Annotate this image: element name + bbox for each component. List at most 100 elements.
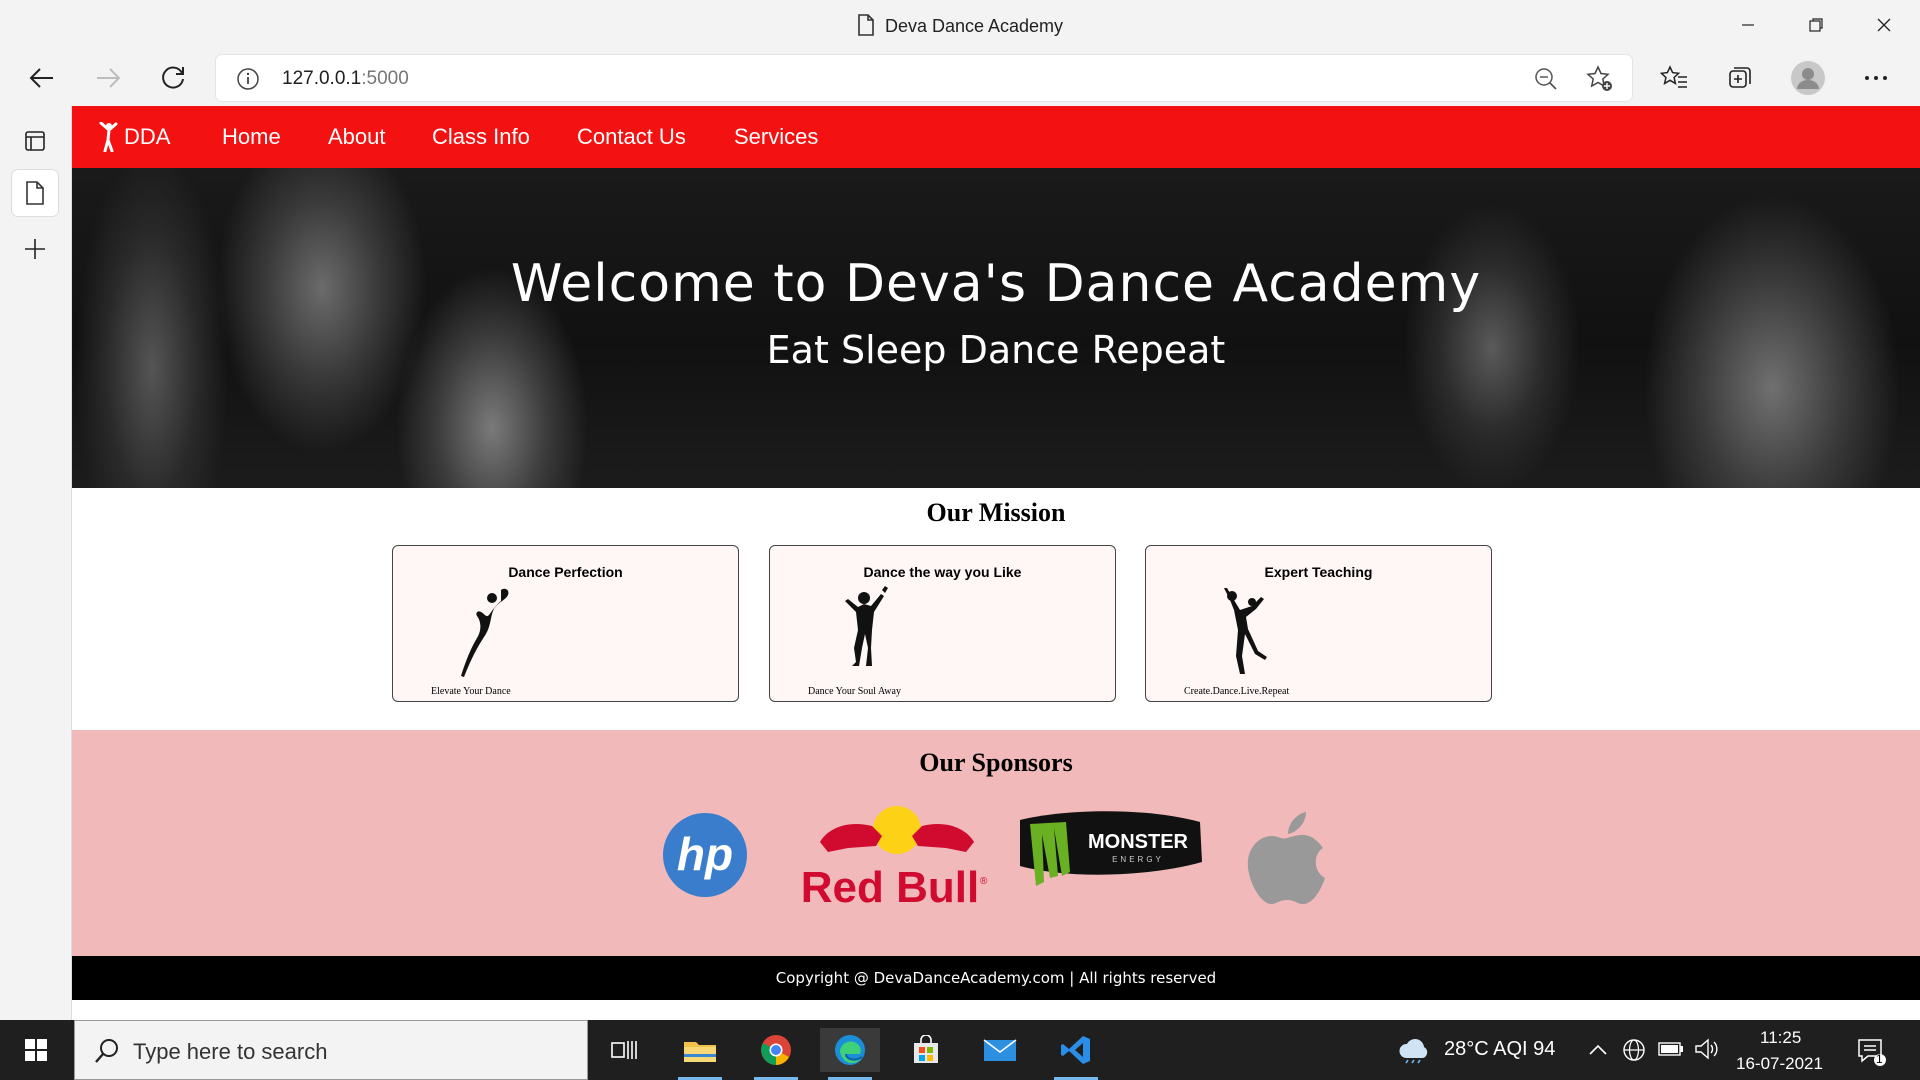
dancer-logo-icon — [99, 122, 118, 152]
forward-arrow-icon — [97, 68, 121, 88]
favorites-button[interactable] — [1654, 58, 1694, 98]
nav-about[interactable]: About — [328, 124, 386, 150]
new-tab-button[interactable] — [12, 226, 58, 272]
file-explorer-button[interactable] — [670, 1028, 730, 1080]
clock-date[interactable]: 16-07-2021 — [1736, 1054, 1823, 1074]
windows-logo-icon — [25, 1039, 47, 1061]
address-bar[interactable]: 127.0.0.1:5000 — [216, 55, 1632, 101]
site-footer: Copyright @ DevaDanceAcademy.com | All r… — [72, 956, 1920, 1000]
back-arrow-icon — [29, 68, 53, 88]
weather-cloud-icon — [1399, 1039, 1428, 1064]
dancer-leap-image — [461, 588, 509, 677]
nav-home[interactable]: Home — [222, 124, 281, 150]
mission-card-dance-perfection: Dance Perfection Elevate Your Dance — [392, 545, 739, 702]
add-favorite-icon — [1586, 65, 1612, 91]
refresh-icon — [162, 66, 184, 89]
page-icon — [858, 14, 874, 36]
window-titlebar: Deva Dance Academy — [0, 0, 1920, 50]
folder-icon — [684, 1042, 716, 1062]
hero-subtitle: Eat Sleep Dance Repeat — [766, 328, 1226, 372]
sponsors-section: Our Sponsors hp Red Bull ® MONSTER ENERG… — [72, 730, 1920, 956]
edge-icon — [835, 1035, 865, 1065]
card-title: Dance Perfection — [508, 564, 623, 580]
nav-services[interactable]: Services — [734, 124, 818, 150]
svg-text:®: ® — [980, 876, 988, 887]
page-icon — [26, 181, 44, 205]
vertical-tabs-sidebar — [0, 106, 72, 1020]
nav-class-info[interactable]: Class Info — [432, 124, 530, 150]
chevron-up-icon — [1589, 1044, 1607, 1055]
store-button[interactable] — [896, 1028, 956, 1072]
back-button[interactable] — [22, 58, 62, 98]
mission-card-expert-teaching: Expert Teaching Create.Dance.Live.Repeat — [1145, 545, 1492, 702]
dancer-duo-image — [1224, 588, 1267, 674]
dancer-spin-image — [845, 586, 888, 666]
windows-taskbar: Type here to search 28°C AQI 94 11:25 16… — [0, 1020, 1920, 1080]
hero-banner: Welcome to Deva's Dance Academy Eat Slee… — [72, 168, 1920, 488]
info-icon — [237, 68, 259, 90]
vscode-icon — [1061, 1036, 1090, 1064]
mail-icon — [983, 1039, 1017, 1061]
tab-actions-icon — [25, 131, 45, 151]
svg-text:hp: hp — [677, 828, 733, 880]
close-button[interactable] — [1856, 8, 1912, 42]
store-icon — [914, 1035, 938, 1063]
red-bull-logo[interactable]: Red Bull ® — [802, 802, 992, 912]
weather-text[interactable]: 28°C AQI 94 — [1444, 1038, 1555, 1061]
mission-card-dance-way-you-like: Dance the way you Like Dance Your Soul A… — [769, 545, 1116, 702]
task-view-icon — [611, 1041, 637, 1059]
card-caption: Create.Dance.Live.Repeat — [1184, 686, 1290, 697]
tab-actions-button[interactable] — [12, 118, 58, 164]
brand-link[interactable]: DDA — [98, 122, 170, 152]
card-title: Expert Teaching — [1264, 564, 1373, 580]
chrome-button[interactable] — [746, 1028, 806, 1080]
window-title: Deva Dance Academy — [0, 14, 1920, 37]
card-caption: Dance Your Soul Away — [808, 686, 901, 697]
browser-toolbar: 127.0.0.1:5000 — [0, 50, 1920, 106]
nav-contact-us[interactable]: Contact Us — [577, 124, 686, 150]
refresh-button[interactable] — [154, 58, 194, 98]
svg-text:MONSTER: MONSTER — [1088, 831, 1189, 853]
collections-button[interactable] — [1720, 58, 1760, 98]
vscode-button[interactable] — [1046, 1028, 1106, 1080]
minimize-icon — [1742, 24, 1754, 26]
task-view-button[interactable] — [594, 1028, 654, 1072]
edge-button[interactable] — [820, 1028, 880, 1080]
mail-button[interactable] — [970, 1028, 1030, 1072]
plus-icon — [25, 239, 45, 259]
hp-logo[interactable]: hp — [660, 810, 750, 900]
close-icon — [1877, 18, 1891, 32]
apple-logo[interactable] — [1242, 808, 1332, 912]
search-icon — [95, 1039, 118, 1063]
restore-button[interactable] — [1788, 8, 1844, 42]
sponsors-heading: Our Sponsors — [919, 748, 1073, 777]
zoom-out-icon — [1535, 68, 1557, 90]
tab-deva-dance-academy[interactable] — [12, 170, 58, 216]
svg-text:ENERGY: ENERGY — [1112, 855, 1164, 864]
search-placeholder: Type here to search — [133, 1039, 328, 1064]
site-navbar: DDA Home About Class Info Contact Us Ser… — [72, 106, 1920, 168]
battery-icon — [1658, 1042, 1683, 1056]
hero-title: Welcome to Deva's Dance Academy — [510, 254, 1482, 314]
network-globe-icon — [1623, 1039, 1645, 1061]
copyright-text: Copyright @ DevaDanceAcademy.com | All r… — [775, 969, 1217, 987]
card-caption: Elevate Your Dance — [431, 686, 511, 697]
taskbar-search-box[interactable]: Type here to search — [74, 1020, 588, 1080]
menu-button[interactable] — [1856, 58, 1896, 98]
restore-icon — [1809, 18, 1823, 32]
minimize-button[interactable] — [1720, 8, 1776, 42]
favorites-icon — [1660, 65, 1687, 88]
collections-icon — [1729, 67, 1751, 88]
forward-button[interactable] — [88, 58, 128, 98]
profile-button[interactable] — [1788, 58, 1828, 98]
notification-badge: 1 — [1876, 1052, 1883, 1066]
web-page: DDA Home About Class Info Contact Us Ser… — [72, 106, 1920, 1020]
start-button[interactable] — [6, 1028, 66, 1072]
volume-icon — [1695, 1038, 1718, 1060]
monster-energy-logo[interactable]: MONSTER ENERGY — [1016, 800, 1206, 900]
url-text[interactable]: 127.0.0.1:5000 — [282, 68, 409, 90]
svg-text:Red Bull: Red Bull — [802, 863, 979, 912]
clock-time[interactable]: 11:25 — [1760, 1028, 1801, 1048]
card-title: Dance the way you Like — [863, 564, 1022, 580]
mission-heading: Our Mission — [926, 498, 1066, 527]
